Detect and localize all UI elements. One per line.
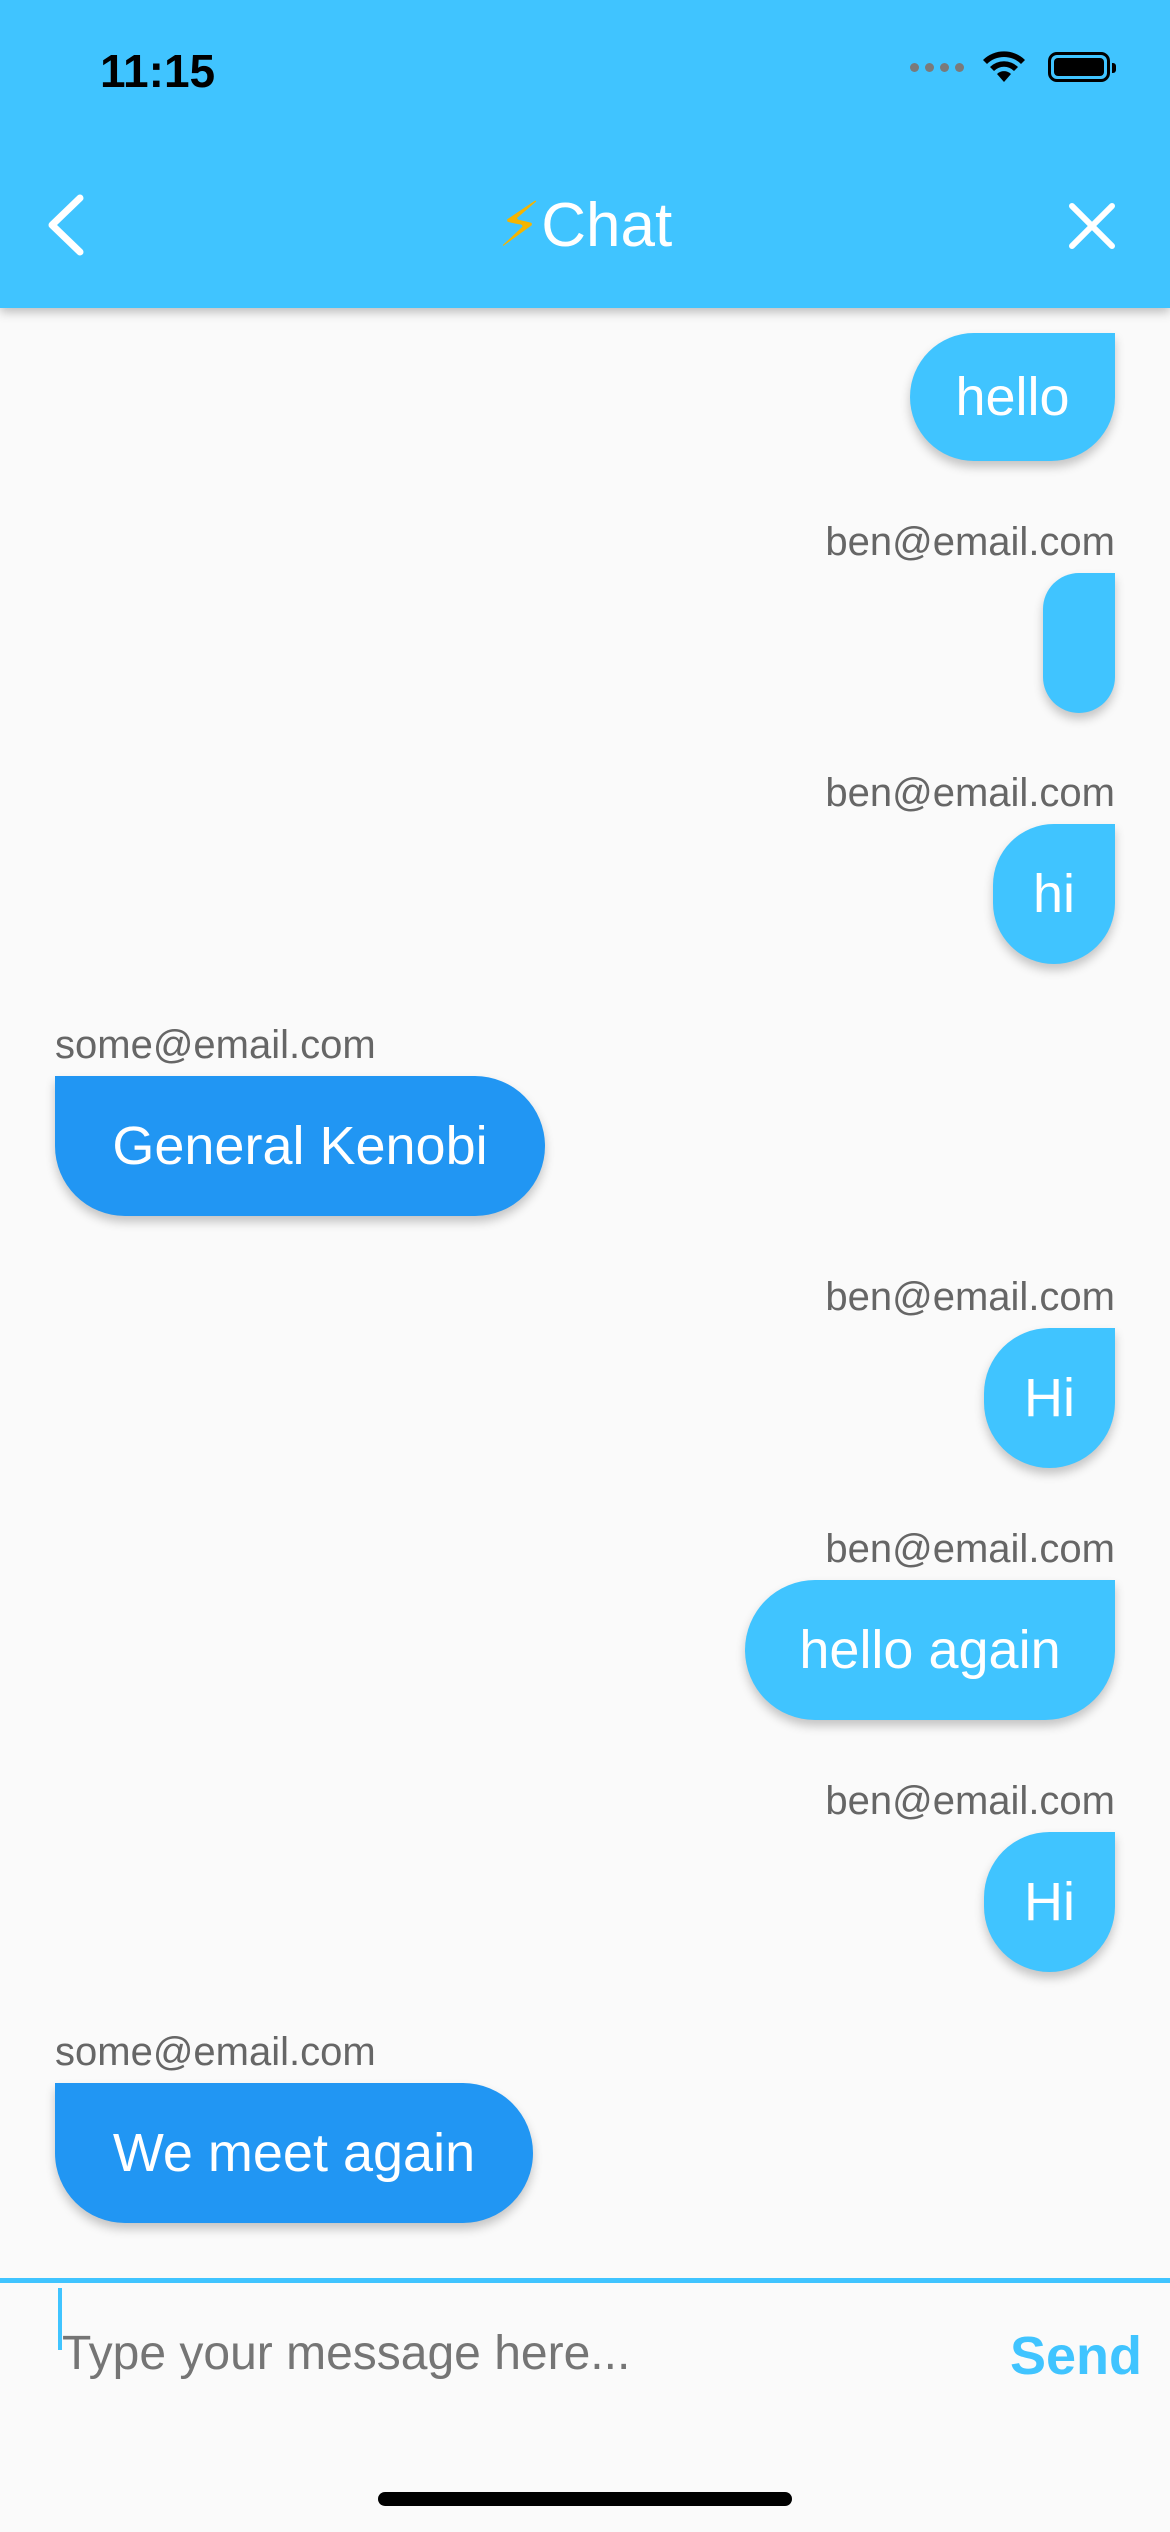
app-bar: 11:15 ⚡Chat bbox=[0, 0, 1170, 308]
message-sender: some@email.com bbox=[55, 2030, 376, 2074]
message-bubble bbox=[1043, 573, 1115, 713]
message-sender: some@email.com bbox=[55, 1023, 376, 1067]
message-sender: ben@email.com bbox=[825, 1527, 1115, 1571]
lightning-icon: ⚡ bbox=[497, 191, 542, 260]
message-sender: ben@email.com bbox=[825, 520, 1115, 564]
home-indicator[interactable] bbox=[378, 2492, 792, 2506]
wifi-icon bbox=[983, 51, 1025, 82]
status-icons bbox=[910, 50, 1116, 84]
message-input[interactable]: Type your message here... bbox=[62, 2326, 630, 2381]
message-bubble: hello bbox=[910, 333, 1115, 461]
message-bubble: We meet again bbox=[55, 2083, 533, 2223]
message-sender: ben@email.com bbox=[825, 1779, 1115, 1823]
message-sender: ben@email.com bbox=[825, 771, 1115, 815]
close-icon[interactable] bbox=[1066, 200, 1118, 252]
battery-icon bbox=[1048, 52, 1116, 82]
page-title: ⚡Chat bbox=[0, 188, 1170, 261]
page-title-text: Chat bbox=[541, 191, 673, 260]
message-bubble: Hi bbox=[984, 1328, 1115, 1468]
send-button[interactable]: Send bbox=[1010, 2325, 1142, 2387]
message-bubble: Hi bbox=[984, 1832, 1115, 1972]
message-bubble: General Kenobi bbox=[55, 1076, 545, 1216]
message-list[interactable]: hello ben@email.com ben@email.com hi som… bbox=[0, 308, 1170, 2278]
message-sender: ben@email.com bbox=[825, 1275, 1115, 1319]
status-time: 11:15 bbox=[100, 45, 216, 97]
cellular-signal-icon bbox=[910, 62, 964, 72]
message-bubble: hi bbox=[993, 824, 1115, 964]
message-bubble: hello again bbox=[745, 1580, 1115, 1720]
